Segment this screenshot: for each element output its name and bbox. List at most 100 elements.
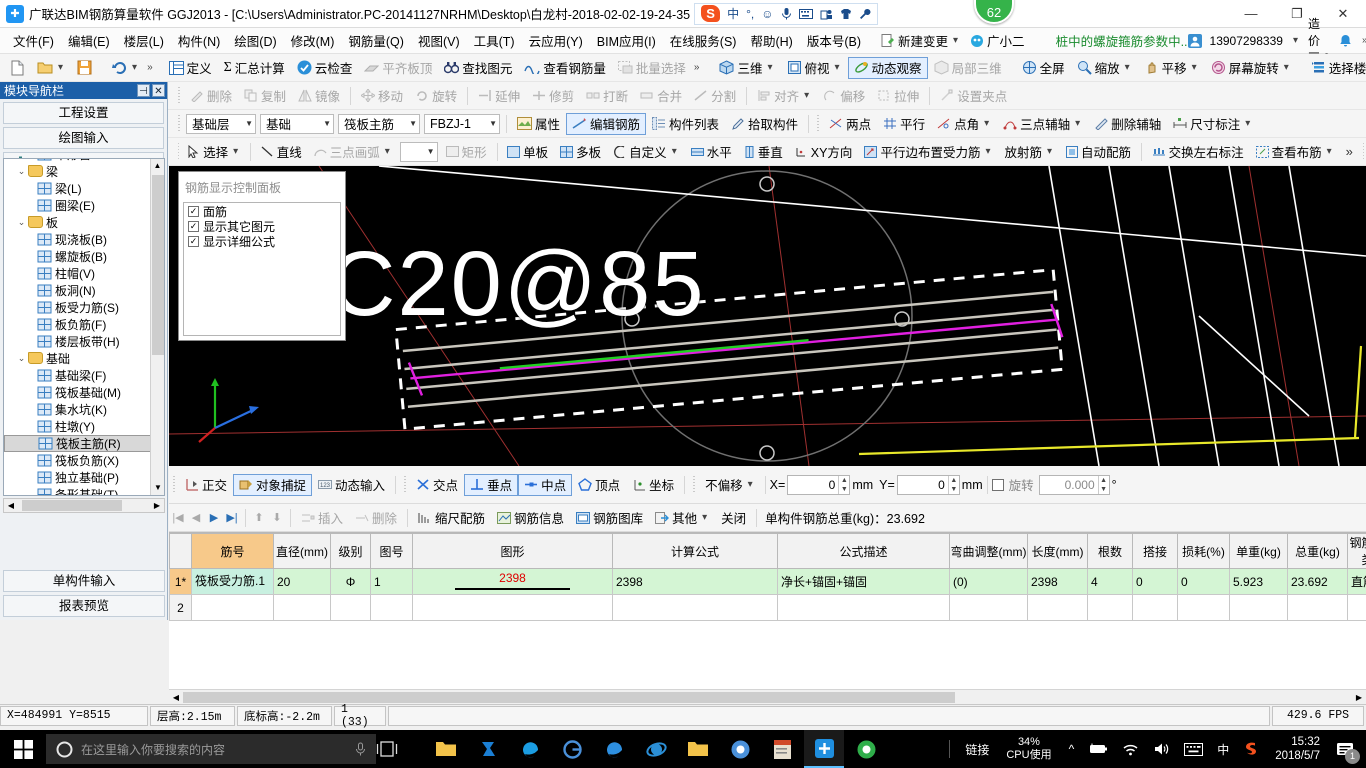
task-view-button[interactable]: [376, 741, 420, 757]
ime-wrench-icon[interactable]: [859, 8, 871, 20]
cell-shape[interactable]: [412, 594, 613, 621]
menu-draw[interactable]: 绘图(D): [227, 28, 283, 53]
rotate-spinner[interactable]: ▲▼: [1038, 474, 1110, 495]
menu-online-service[interactable]: 在线服务(S): [663, 28, 744, 53]
tree-item[interactable]: ⌄ 梁: [4, 163, 151, 180]
tree-item[interactable]: 板洞(N): [4, 282, 151, 299]
chevron-down-icon[interactable]: ▾: [983, 146, 992, 157]
vertical-button[interactable]: 垂直: [738, 141, 789, 163]
snap-coordinate-button[interactable]: 坐标: [626, 474, 680, 496]
split-button[interactable]: 分割: [688, 85, 742, 107]
align-button[interactable]: 对齐 ▾: [751, 85, 817, 107]
tree-item[interactable]: 楼层板带(H): [4, 333, 151, 350]
snap-intersection-button[interactable]: 交点: [410, 474, 464, 496]
line-tool-button[interactable]: 直线: [255, 141, 308, 163]
chevron-down-icon[interactable]: ▾: [1282, 62, 1291, 73]
table-hscroll-thumb[interactable]: [183, 691, 955, 703]
menu-modify[interactable]: 修改(M): [284, 28, 342, 53]
type-combo[interactable]: 筏板主筋 ▼: [338, 113, 420, 134]
th-shape[interactable]: 图形: [412, 533, 613, 569]
th-length[interactable]: 长度(mm): [1027, 533, 1088, 569]
tree-expander-icon[interactable]: ⌄: [15, 353, 28, 364]
edit-rebar-button[interactable]: 编辑钢筋: [566, 112, 647, 135]
cell-formula[interactable]: 2398: [612, 568, 778, 595]
taskbar-app-g[interactable]: [552, 730, 592, 768]
report-preview-button[interactable]: 报表预览: [3, 595, 165, 617]
taskbar-app-file-explorer[interactable]: [426, 730, 466, 768]
toolbar-member[interactable]: 基础层 ▼ 基础 ▼ 筏板主筋 ▼ FBZJ-1 ▼ 属性 编辑钢筋 构件列表: [0, 110, 1366, 138]
tree-scroll-thumb[interactable]: [152, 175, 164, 355]
save-button[interactable]: [71, 57, 98, 79]
drawing-canvas[interactable]: C20@85 钢筋显示控制面板 ✓ 面筋 ✓ 显示其它图元 ✓ 显示详细公式: [169, 166, 1366, 466]
toolbar-grip[interactable]: [402, 475, 409, 494]
clock[interactable]: 15:32 2018/5/7: [1267, 735, 1328, 763]
mirror-button[interactable]: 镜像: [292, 85, 346, 107]
scroll-right-icon[interactable]: ▶: [1352, 693, 1366, 702]
tree-item[interactable]: 独立基础(P): [4, 469, 151, 486]
menu-rebar-qty[interactable]: 钢筋量(Q): [341, 28, 411, 53]
ime-punct-icon[interactable]: °,: [746, 7, 754, 21]
taskbar-tray[interactable]: 链接 34% CPU使用 ^ 中 15:32 2018/5/7 1: [941, 730, 1366, 768]
checkbox-row-show-other[interactable]: ✓ 显示其它图元: [184, 218, 340, 234]
draw-input-button[interactable]: 绘图输入: [3, 127, 164, 149]
tree-item[interactable]: ⌄ 板: [4, 214, 151, 231]
th-lap[interactable]: 搭接: [1132, 533, 1178, 569]
two-point-axis-button[interactable]: 两点: [823, 113, 877, 135]
auto-rebar-button[interactable]: 自动配筋: [1060, 141, 1137, 163]
find-element-button[interactable]: 查找图元: [438, 57, 518, 79]
ime-skin-icon[interactable]: [840, 8, 852, 20]
tree-item[interactable]: 柱墩(Y): [4, 418, 151, 435]
chevron-down-icon[interactable]: ▾: [1291, 35, 1300, 46]
radial-rebar-button[interactable]: 放射筋 ▾: [998, 141, 1060, 163]
table-row[interactable]: 2: [169, 594, 1366, 621]
screen-rotate-button[interactable]: 屏幕旋转 ▾: [1205, 57, 1297, 79]
tray-expand-icon[interactable]: ^: [1062, 742, 1082, 756]
bell-icon[interactable]: [1339, 34, 1352, 48]
cell-diameter[interactable]: [273, 594, 331, 621]
menu-view[interactable]: 视图(V): [411, 28, 467, 53]
tree-item[interactable]: 梁(L): [4, 180, 151, 197]
chevron-down-icon[interactable]: ▾: [383, 146, 392, 157]
new-file-button[interactable]: [4, 57, 31, 79]
tree-item[interactable]: ⌄ 基础: [4, 350, 151, 367]
th-formula-desc[interactable]: 公式描述: [777, 533, 950, 569]
toolbar-modify[interactable]: 删除 复制 镜像 移动 旋转 延伸 修剪 打断 合并 分割 对齐 ▾ 偏移 拉伸…: [0, 82, 1366, 110]
chevron-down-icon[interactable]: ▾: [1123, 62, 1132, 73]
menu-bim-app[interactable]: BIM应用(I): [590, 28, 663, 53]
taskbar-app-s[interactable]: [468, 730, 508, 768]
cell-classification[interactable]: 直筋: [1347, 568, 1366, 595]
offset-mode-combo[interactable]: 不偏移 ▾: [699, 474, 761, 496]
pick-member-button[interactable]: 拾取构件: [725, 113, 804, 135]
chevron-down-icon[interactable]: ▾: [1073, 118, 1082, 129]
search-box[interactable]: 在这里输入你要搜索的内容: [46, 734, 376, 764]
dynamic-input-toggle[interactable]: 123 动态输入: [312, 474, 391, 496]
toolbar-grip[interactable]: [691, 475, 698, 494]
th-loss[interactable]: 损耗(%): [1177, 533, 1230, 569]
tree-item[interactable]: 板负筋(F): [4, 316, 151, 333]
rect-tool-button[interactable]: 矩形: [440, 141, 493, 163]
point-angle-axis-button[interactable]: 点角 ▾: [931, 113, 997, 135]
tree-vertical-scrollbar[interactable]: ▲ ▼: [150, 159, 164, 495]
taskbar-app-ggj2013[interactable]: [804, 730, 844, 768]
microphone-icon[interactable]: [355, 742, 366, 757]
sogou-logo-icon[interactable]: S: [701, 5, 721, 22]
toolbar-grip[interactable]: [171, 475, 177, 494]
move-button[interactable]: 移动: [355, 85, 409, 107]
chevron-down-icon[interactable]: ▾: [130, 62, 139, 73]
rebar-table-container[interactable]: 筋号 直径(mm) 级别 图号 图形 计算公式 公式描述 弯曲调整(mm) 长度…: [169, 532, 1366, 704]
th-classification[interactable]: 钢筋归类: [1347, 533, 1366, 569]
select-floor-button[interactable]: 选择楼层: [1305, 57, 1366, 79]
cell-rebar-no[interactable]: 筏板受力筋.1: [191, 568, 274, 595]
cell-lap[interactable]: [1132, 594, 1178, 621]
view-layout-button[interactable]: 查看布筋 ▾: [1250, 141, 1340, 163]
chevron-down-icon[interactable]: ▾: [982, 118, 991, 129]
x-coord-input[interactable]: [788, 475, 839, 494]
cell-formula-desc[interactable]: 净长+锚固+锚固: [777, 568, 950, 595]
chevron-down-icon[interactable]: ▾: [1045, 146, 1054, 157]
chevron-down-icon[interactable]: ▼: [481, 119, 497, 128]
toolbar-standard[interactable]: ▾ ▾ » 定义 Σ 汇总计算 云检查 平齐板顶 查找图元 查看钢筋量 批量选择…: [0, 54, 1366, 82]
category-combo[interactable]: 基础 ▼: [260, 113, 334, 134]
select-tool-button[interactable]: 选择 ▾: [181, 141, 246, 163]
cell-bend-adjust[interactable]: [949, 594, 1028, 621]
cell-lap[interactable]: 0: [1132, 568, 1178, 595]
